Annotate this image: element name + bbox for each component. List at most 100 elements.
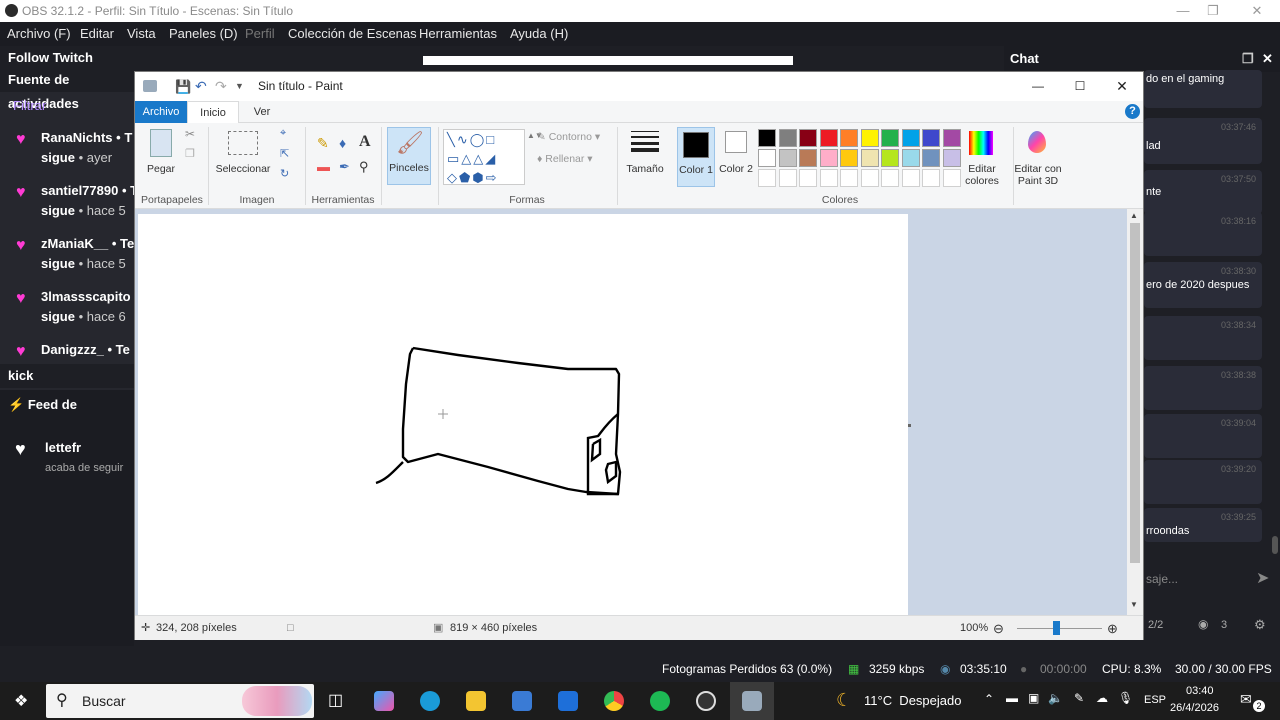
file-explorer-icon[interactable]: [466, 691, 486, 711]
restore-icon[interactable]: ❐: [1190, 0, 1236, 22]
outline-button[interactable]: ✎ Contorno ▾: [537, 131, 607, 143]
tray-chevron-icon[interactable]: ⌃: [984, 692, 994, 706]
scroll-down-icon[interactable]: ▼: [1130, 600, 1138, 609]
select-icon[interactable]: [228, 131, 258, 155]
cut-icon[interactable]: ✂: [185, 127, 195, 141]
color-swatch[interactable]: [901, 129, 920, 147]
paste-button[interactable]: Pegar: [143, 163, 179, 175]
empty-color-swatch[interactable]: [758, 169, 776, 187]
help-icon[interactable]: ?: [1125, 104, 1140, 119]
filter-link[interactable]: Filtrar: [13, 98, 46, 113]
rotate-icon[interactable]: ↻: [280, 167, 289, 180]
weather-text[interactable]: 11°C Despejado: [864, 693, 961, 708]
outlook-icon[interactable]: [558, 691, 578, 711]
undo-icon[interactable]: ↶: [195, 72, 207, 101]
tab-archivo[interactable]: Archivo: [135, 101, 187, 123]
tray-app-icon[interactable]: ▣: [1028, 691, 1039, 705]
empty-color-swatch[interactable]: [840, 169, 858, 187]
zoom-in-icon[interactable]: ⊕: [1107, 616, 1118, 641]
save-icon[interactable]: 💾: [175, 72, 191, 101]
edit-colors-icon[interactable]: [969, 131, 993, 155]
menu-paneles[interactable]: Paneles (D): [169, 22, 238, 46]
close-icon[interactable]: ✕: [1234, 0, 1280, 22]
fill-button[interactable]: ♦ Rellenar ▾: [537, 153, 607, 165]
color2-swatch[interactable]: [725, 131, 747, 153]
notification-icon[interactable]: ✉: [1240, 691, 1252, 708]
redo-icon[interactable]: ↷: [215, 72, 227, 101]
drawing-canvas[interactable]: [138, 214, 908, 615]
tray-app-icon[interactable]: ▬: [1006, 691, 1018, 705]
paint-close-icon[interactable]: ✕: [1107, 72, 1137, 101]
color-swatch[interactable]: [860, 149, 879, 167]
size-button[interactable]: Tamaño: [621, 163, 669, 175]
color-swatch[interactable]: [942, 129, 961, 147]
scroll-thumb[interactable]: [1130, 223, 1140, 563]
color-swatch[interactable]: [922, 129, 940, 147]
menu-archivo[interactable]: Archivo (F): [7, 22, 71, 46]
color-swatch[interactable]: [840, 129, 858, 147]
resize-handle[interactable]: [908, 424, 911, 427]
empty-color-swatch[interactable]: [819, 169, 838, 187]
edit-paint3d-button[interactable]: Editar con Paint 3D: [1011, 163, 1065, 187]
color-swatch[interactable]: [860, 129, 879, 147]
fill-bucket-icon[interactable]: ♦: [339, 135, 346, 151]
scroll-up-icon[interactable]: ▲: [1130, 211, 1138, 220]
obs-taskbar-icon[interactable]: [696, 691, 716, 711]
color-swatch[interactable]: [819, 149, 838, 167]
spotify-icon[interactable]: [650, 691, 670, 711]
taskbar-search[interactable]: ⚲ Buscar: [46, 684, 314, 718]
color-swatch[interactable]: [778, 149, 797, 167]
chat-input[interactable]: saje...: [1146, 564, 1270, 594]
color-swatch[interactable]: [758, 129, 776, 147]
clock-date[interactable]: 26/4/2026: [1170, 702, 1219, 714]
language-indicator[interactable]: ESP: [1144, 694, 1166, 706]
clock-time[interactable]: 03:40: [1186, 685, 1214, 697]
windows-start-icon[interactable]: ❖: [14, 691, 28, 711]
settings-gear-icon[interactable]: ⚙: [1254, 617, 1266, 633]
pencil-icon[interactable]: ✎: [317, 135, 329, 152]
size-icon[interactable]: [631, 131, 659, 152]
microphone-icon[interactable]: 🎙: [1118, 691, 1133, 705]
paint-minimize-icon[interactable]: —: [1023, 72, 1053, 101]
color-swatch[interactable]: [840, 149, 858, 167]
volume-icon[interactable]: 🔈: [1048, 691, 1063, 705]
zoom-slider-thumb[interactable]: [1053, 621, 1060, 635]
paint3d-icon[interactable]: [1028, 131, 1046, 153]
color-picker-icon[interactable]: ✒: [339, 159, 350, 175]
pen-icon[interactable]: ✎: [1074, 691, 1084, 705]
magnifier-icon[interactable]: ⚲: [359, 159, 369, 175]
tab-inicio[interactable]: Inicio: [187, 101, 239, 123]
paste-icon[interactable]: [150, 129, 172, 157]
qat-dropdown-icon[interactable]: ▼: [235, 72, 244, 101]
store-icon[interactable]: [512, 691, 532, 711]
chrome-icon[interactable]: [604, 691, 624, 711]
text-icon[interactable]: A: [359, 133, 371, 151]
task-view-icon[interactable]: ◫: [328, 690, 343, 710]
shapes-gallery[interactable]: ╲∿◯□ ▭△△◢ ◇⬟⬢⇨: [443, 129, 525, 185]
dock-close-icon[interactable]: ✕: [1262, 46, 1273, 72]
empty-color-swatch[interactable]: [881, 169, 899, 187]
color-swatch[interactable]: [819, 129, 838, 147]
menu-vista[interactable]: Vista: [127, 22, 156, 46]
empty-color-swatch[interactable]: [860, 169, 879, 187]
menu-herramientas[interactable]: Herramientas: [419, 22, 497, 46]
edge-icon[interactable]: [420, 691, 440, 711]
menu-coleccion-escenas[interactable]: Colección de Escenas: [288, 22, 417, 46]
empty-color-swatch[interactable]: [799, 169, 817, 187]
brushes-button[interactable]: 🖌 Pinceles: [387, 127, 431, 185]
empty-color-swatch[interactable]: [901, 169, 920, 187]
menu-ayuda[interactable]: Ayuda (H): [510, 22, 568, 46]
resize-icon[interactable]: ⇱: [280, 147, 289, 160]
menu-perfil[interactable]: Perfil: [245, 22, 275, 46]
empty-color-swatch[interactable]: [778, 169, 797, 187]
paint-taskbar-button[interactable]: [730, 682, 774, 720]
copy-icon[interactable]: ❐: [185, 147, 195, 160]
color-swatch[interactable]: [778, 129, 797, 147]
eraser-icon[interactable]: ▬: [317, 159, 330, 174]
color-swatch[interactable]: [922, 149, 940, 167]
color-swatch[interactable]: [881, 129, 899, 147]
chat-scrollbar[interactable]: [1272, 536, 1278, 554]
copilot-icon[interactable]: [374, 691, 394, 711]
tab-ver[interactable]: Ver: [243, 101, 281, 123]
send-icon[interactable]: ➤: [1256, 568, 1269, 588]
